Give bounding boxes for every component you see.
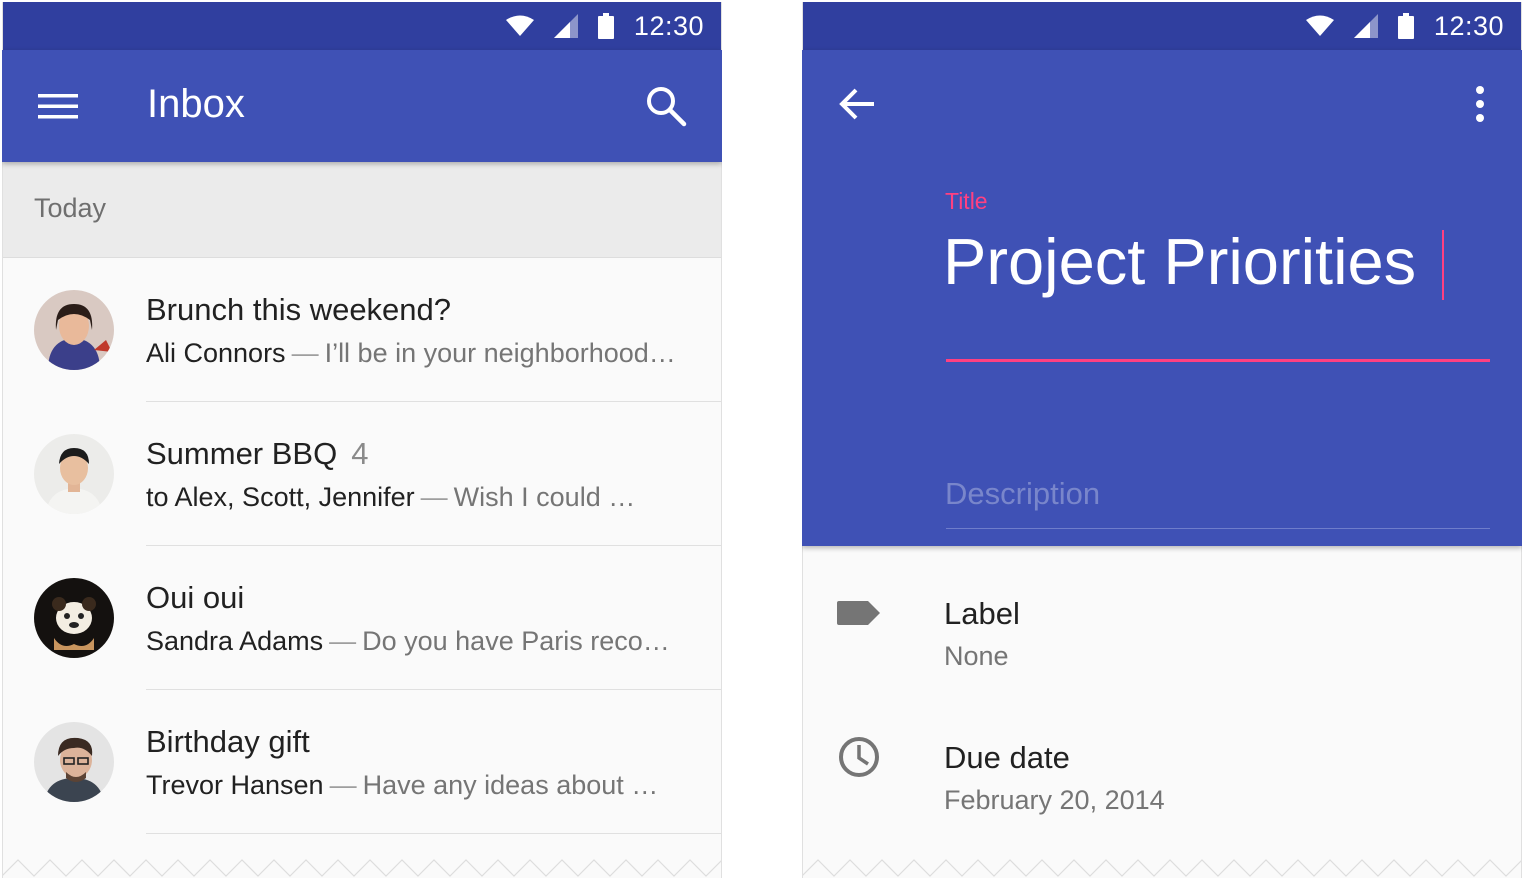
title-header-panel: Title Project Priorities Description (802, 50, 1522, 546)
message-subject: Birthday gift (146, 724, 310, 759)
more-vert-icon[interactable] (1468, 82, 1492, 126)
avatar (34, 434, 114, 514)
app-bar: Inbox (2, 50, 722, 162)
wifi-icon (1305, 15, 1334, 36)
avatar (34, 722, 114, 802)
due-date-title: Due date (944, 740, 1070, 775)
torn-edge (2, 859, 722, 877)
message-preview: I’ll be in your neighborhood… (324, 338, 676, 368)
wifi-icon (505, 15, 534, 36)
title-input[interactable]: Project Priorities (943, 224, 1416, 299)
message-summary: Ali Connors — I’ll be in your neighborhood… (146, 338, 676, 368)
label-row[interactable]: Label None (802, 546, 1522, 690)
list-item[interactable]: Brunch this weekend? Ali Connors — I’ll be… (2, 258, 722, 402)
signal-icon (553, 14, 578, 38)
section-header: Today (2, 162, 722, 258)
status-bar: 12:30 (802, 2, 1522, 50)
arrow-back-icon[interactable] (836, 82, 880, 126)
message-sender: Sandra Adams (146, 626, 324, 656)
message-subject: Brunch this weekend? (146, 292, 452, 327)
list-item[interactable]: Oui oui Sandra Adams — Do you have Paris r… (2, 546, 722, 690)
due-date-row[interactable]: Due date February 20, 2014 (802, 690, 1522, 834)
avatar (34, 578, 114, 658)
title-field-label: Title (945, 188, 988, 214)
message-summary: Trevor Hansen — Have any ideas about … (146, 770, 659, 800)
label-icon (837, 601, 880, 625)
section-header-label: Today (34, 193, 107, 223)
label-row-title: Label (944, 596, 1020, 631)
message-sender: to Alex, Scott, Jennifer (146, 482, 415, 512)
torn-edge (802, 859, 1522, 877)
list-item[interactable]: Summer BBQ 4 to Alex, Scott, Jennifer — Wis… (2, 402, 722, 546)
avatar (34, 290, 114, 370)
description-field-underline (946, 528, 1490, 529)
signal-icon (1353, 14, 1378, 38)
due-date-value: February 20, 2014 (944, 785, 1165, 815)
search-icon[interactable] (644, 84, 688, 128)
clock-icon (839, 737, 879, 777)
message-preview: Wish I could … (453, 482, 636, 512)
label-row-value: None (944, 641, 1009, 671)
inbox-screen: 12:30 Inbox Today Brunch this weekend? A… (2, 2, 722, 878)
title-field-underline (946, 359, 1490, 362)
edit-screen: 12:30 Title Project Priorities Descripti… (802, 2, 1522, 878)
message-summary: Sandra Adams — Do you have Paris reco… (146, 626, 670, 656)
app-title: Inbox (147, 82, 245, 126)
message-summary: to Alex, Scott, Jennifer — Wish I could … (146, 482, 636, 512)
message-preview: Do you have Paris reco… (362, 626, 670, 656)
list-item[interactable]: Birthday gift Trevor Hansen — Have any ide… (2, 690, 722, 834)
status-bar: 12:30 (2, 2, 722, 50)
status-time: 12:30 (1433, 10, 1504, 41)
message-sender: Ali Connors (146, 338, 286, 368)
battery-icon (1397, 13, 1414, 39)
text-cursor (1442, 230, 1444, 300)
menu-icon[interactable] (38, 90, 78, 122)
status-time: 12:30 (633, 10, 704, 41)
message-list: Brunch this weekend? Ali Connors — I’ll be… (2, 258, 722, 834)
description-input[interactable]: Description (945, 476, 1100, 512)
thread-count: 4 (351, 436, 369, 471)
message-preview: Have any ideas about … (362, 770, 659, 800)
message-sender: Trevor Hansen (146, 770, 324, 800)
message-subject: Oui oui (146, 580, 245, 615)
message-subject: Summer BBQ 4 (146, 436, 369, 471)
divider (146, 833, 722, 834)
battery-icon (597, 13, 614, 39)
